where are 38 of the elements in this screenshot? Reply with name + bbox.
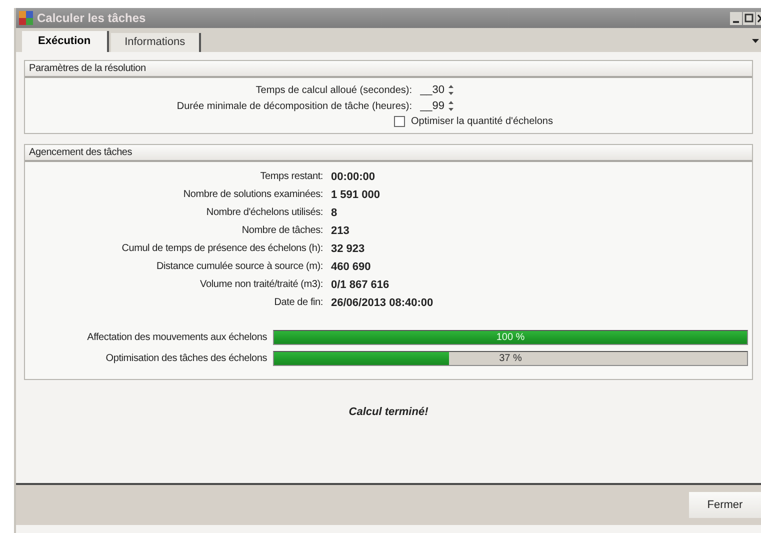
stat-value: 0/1 867 616: [331, 279, 390, 291]
spin-arrows-icon[interactable]: [448, 84, 454, 96]
app-icon: [19, 11, 33, 25]
panel-heading: Agencement des tâches: [25, 145, 752, 162]
field-label: Durée minimale de décomposition de tâche (heures):: [176, 100, 412, 112]
stat-label: Nombre de solutions examinées:: [183, 189, 323, 201]
panel-heading: Paramètres de la résolution: [25, 61, 752, 78]
checkbox-label: Optimiser la quantité d'échelons: [411, 116, 553, 127]
field-label: Temps de calcul alloué (secondes):: [256, 84, 412, 96]
stat-label: Date de fin:: [274, 297, 323, 309]
stat-value: 8: [331, 207, 338, 219]
spin-field[interactable]: __99: [420, 100, 466, 112]
window-title: Calculer les tâches: [37, 11, 147, 25]
progress-reading: 37 %: [499, 352, 522, 365]
stat-label: Distance cumulée source à source (m):: [156, 261, 323, 273]
stat-value: 26/06/2013 08:40:00: [331, 297, 434, 309]
close-button[interactable]: Fermer: [689, 492, 761, 518]
stat-value: 460 690: [331, 261, 371, 273]
stat-label: Temps restant:: [260, 171, 323, 183]
stat-value: 32 923: [331, 243, 365, 255]
stat-label: Nombre de tâches:: [242, 225, 323, 237]
stat-label: Volume non traité/traité (m3):: [200, 279, 323, 291]
stat-label: Cumul de temps de présence des échelons (h):: [122, 243, 323, 255]
spin-field[interactable]: __30: [420, 84, 466, 96]
minimize-icon[interactable]: [730, 12, 742, 24]
progress-reading: 100 %: [496, 331, 525, 344]
progress-label: Affectation des mouvements aux échelons: [86, 332, 267, 343]
spin-arrows-icon[interactable]: [448, 100, 454, 112]
checkbox[interactable]: [394, 116, 405, 127]
stat-value: 1 591 000: [331, 189, 380, 201]
stat-value: 213: [331, 225, 350, 237]
tab[interactable]: Informations: [110, 33, 202, 52]
status-message: Calcul terminé!: [348, 406, 428, 418]
dropdown-arrow-icon[interactable]: [752, 39, 759, 43]
stat-value: 00:00:00: [331, 171, 376, 183]
tab[interactable]: Exécution: [22, 31, 109, 52]
stat-label: Nombre d'échelons utilisés:: [206, 207, 323, 219]
progress-label: Optimisation des tâches des échelons: [104, 353, 267, 364]
